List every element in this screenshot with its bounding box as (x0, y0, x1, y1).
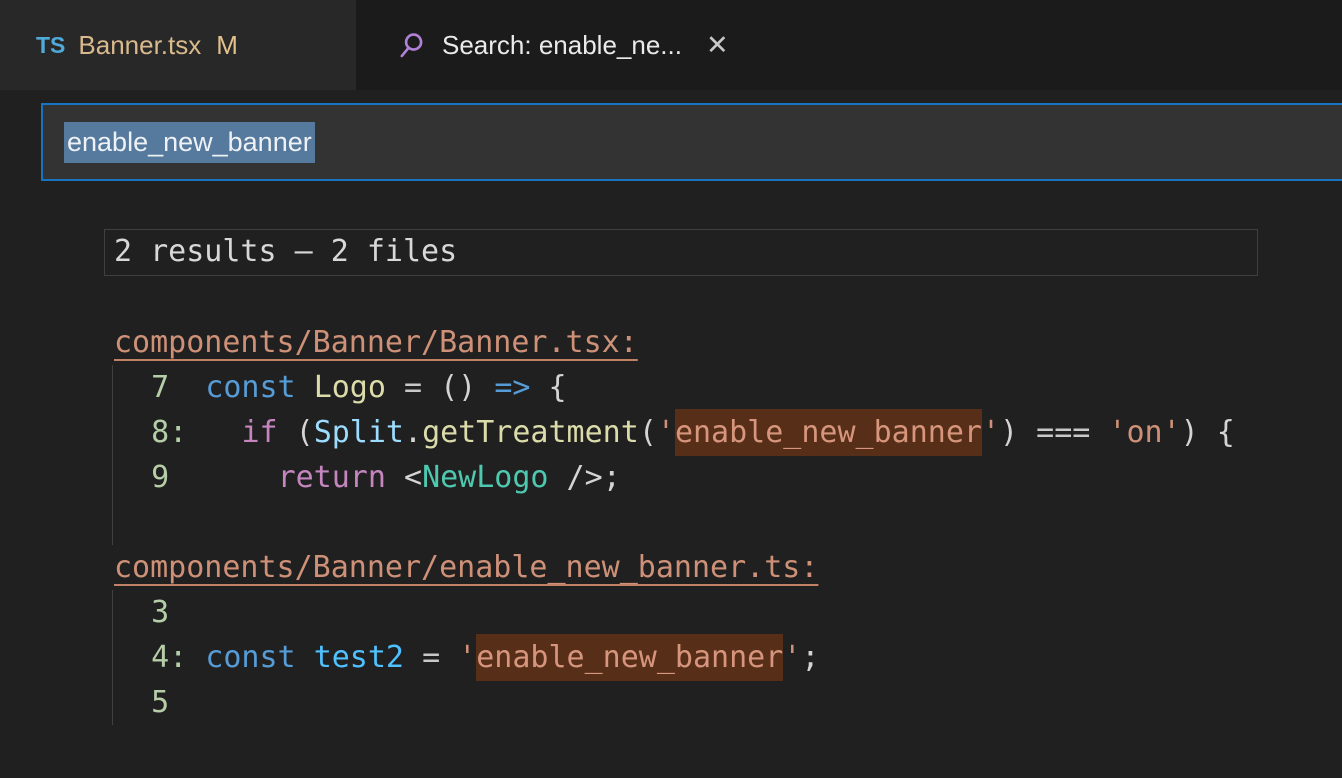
file-link[interactable]: components/Banner/enable_new_banner.ts: (114, 550, 818, 585)
blank-line (0, 275, 1342, 320)
code-segment: if (241, 415, 277, 450)
code-line[interactable]: 8: if (Split.getTreatment('enable_new_ba… (115, 410, 1342, 455)
code-segment: === (1036, 415, 1090, 450)
code-segment: ' (458, 640, 476, 675)
code-segment (296, 370, 314, 405)
code-segment: test2 (314, 640, 404, 675)
line-number: 7 (115, 370, 205, 405)
code-segment: ) { (1181, 415, 1235, 450)
modified-badge: M (216, 30, 238, 61)
code-segment (187, 640, 205, 675)
code-segment: const (205, 370, 295, 405)
code-segment: NewLogo (422, 460, 548, 495)
code-segment: ' (657, 415, 675, 450)
code-segment (187, 415, 241, 450)
code-segment: ; (603, 460, 621, 495)
editor-tab-bar: TS Banner.tsx M Search: enable_ne... ✕ (0, 0, 1342, 90)
code-segment: = (404, 370, 422, 405)
results-summary-row: 2 results — 2 files (0, 230, 1342, 275)
code-segment (1090, 415, 1108, 450)
line-number: 8: (115, 415, 187, 450)
match-highlight: enable_new_banner (675, 409, 982, 456)
code-segment (386, 370, 404, 405)
tab-label: Search: enable_ne... (442, 30, 682, 61)
code-segment: ( (278, 415, 314, 450)
line-number: 9 (115, 460, 169, 495)
code-segment: ' (982, 415, 1000, 450)
code-segment: /> (549, 460, 603, 495)
code-segment (169, 460, 277, 495)
code-segment (296, 640, 314, 675)
line-number: 4: (115, 640, 187, 675)
code-segment: const (205, 640, 295, 675)
code-segment: () (422, 370, 494, 405)
code-segment: ; (801, 640, 819, 675)
code-segment (440, 640, 458, 675)
file-link[interactable]: components/Banner/Banner.tsx: (114, 325, 638, 360)
results-summary[interactable]: 2 results — 2 files (104, 229, 1258, 276)
code-segment: 'on' (1108, 415, 1180, 450)
file-path-heading: components/Banner/Banner.tsx: (0, 320, 1342, 365)
code-segment: = (422, 640, 440, 675)
tab-label: Banner.tsx (78, 30, 201, 61)
result-block: 3 4: const test2 = 'enable_new_banner'; … (112, 590, 1342, 725)
close-icon[interactable]: ✕ (706, 30, 729, 61)
code-segment: < (386, 460, 422, 495)
blank-line (115, 500, 1342, 545)
code-segment: return (278, 460, 386, 495)
tab-search-editor[interactable]: Search: enable_ne... ✕ (356, 0, 759, 90)
match-highlight: enable_new_banner (476, 634, 783, 681)
code-segment: Split (314, 415, 404, 450)
line-number: 3 (115, 595, 169, 630)
code-segment: Logo (314, 370, 386, 405)
code-line[interactable]: 7 const Logo = () => { (115, 365, 1342, 410)
code-segment: . (404, 415, 422, 450)
code-segment: ) (1000, 415, 1036, 450)
line-number: 5 (115, 685, 169, 720)
search-query-input[interactable]: enable_new_banner (41, 103, 1342, 181)
search-query-selected-text: enable_new_banner (64, 122, 315, 163)
code-line[interactable]: 5 (115, 680, 1342, 725)
file-path-heading: components/Banner/enable_new_banner.ts: (0, 545, 1342, 590)
code-segment: ' (783, 640, 801, 675)
code-segment: { (530, 370, 566, 405)
code-segment: getTreatment (422, 415, 639, 450)
result-block: 7 const Logo = () => { 8: if (Split.getT… (112, 365, 1342, 545)
code-segment: ( (639, 415, 657, 450)
code-line[interactable]: 4: const test2 = 'enable_new_banner'; (115, 635, 1342, 680)
search-icon (396, 29, 428, 61)
search-results-editor: 2 results — 2 files components/Banner/Ba… (0, 230, 1342, 725)
code-line[interactable]: 9 return <NewLogo />; (115, 455, 1342, 500)
files-container: components/Banner/Banner.tsx: 7 const Lo… (0, 320, 1342, 725)
typescript-icon: TS (36, 32, 65, 59)
code-segment: => (494, 370, 530, 405)
code-line[interactable]: 3 (115, 590, 1342, 635)
tab-banner-tsx[interactable]: TS Banner.tsx M (0, 0, 356, 90)
code-segment (404, 640, 422, 675)
